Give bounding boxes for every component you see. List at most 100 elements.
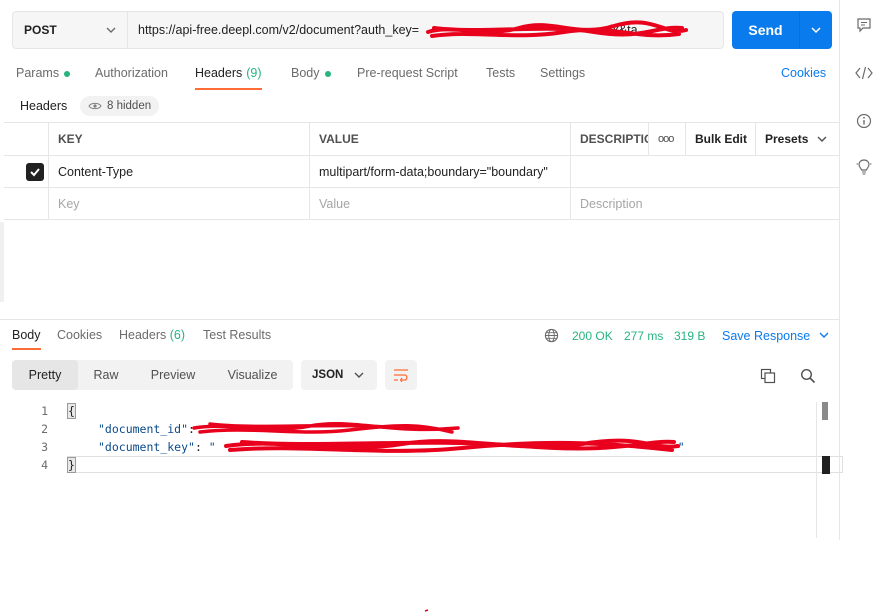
row-checkbox-cell — [4, 156, 48, 187]
code-line-3: "document_key": " " — [98, 440, 685, 454]
view-raw[interactable]: Raw — [78, 360, 134, 390]
presets-dropdown[interactable]: Presets — [755, 123, 839, 155]
key-column-header: KEY — [48, 123, 309, 155]
value-column-header: VALUE — [309, 123, 570, 155]
tab-settings[interactable]: Settings — [540, 60, 585, 90]
code-icon[interactable] — [855, 64, 873, 82]
tab-headers-label: Headers — [195, 66, 243, 80]
globe-icon[interactable] — [544, 328, 559, 343]
headers-section-title: Headers — [20, 99, 68, 113]
json-key-document-id: "document_id" — [98, 422, 189, 436]
view-preview[interactable]: Preview — [134, 360, 212, 390]
new-description-input[interactable]: Description — [570, 188, 839, 219]
right-sidebar — [841, 0, 880, 614]
tab-body[interactable]: Body — [291, 60, 331, 90]
new-key-input[interactable]: Key — [48, 188, 309, 219]
headers-count: (9) — [246, 66, 262, 80]
wrap-lines-button[interactable] — [385, 360, 417, 390]
eye-icon — [88, 102, 102, 110]
response-tab-headers[interactable]: Headers (6) — [119, 328, 185, 352]
code-line-4: } — [67, 457, 76, 473]
tab-headers[interactable]: Headers (9) — [195, 60, 262, 90]
view-visualize[interactable]: Visualize — [212, 360, 293, 390]
tab-tests[interactable]: Tests — [486, 60, 515, 90]
send-label: Send — [748, 22, 783, 38]
url-tail: fx&ta... — [609, 23, 648, 37]
method-select[interactable]: POST — [12, 11, 128, 49]
current-line-highlight — [67, 456, 843, 473]
tab-body-label: Body — [291, 66, 320, 80]
table-header-row: KEY VALUE DESCRIPTIC ooo Bulk Edit Prese… — [4, 122, 839, 156]
text-cursor-marker — [822, 456, 830, 474]
close-brace: } — [67, 457, 76, 473]
comments-icon[interactable] — [855, 16, 873, 34]
response-tab-test-results[interactable]: Test Results — [203, 328, 271, 352]
chevron-down-icon — [353, 369, 365, 384]
tab-authorization[interactable]: Authorization — [95, 60, 168, 90]
response-headers-count: (6) — [169, 328, 186, 342]
save-response-label: Save Response — [722, 329, 811, 343]
url-input[interactable]: https://api-free.deepl.com/v2/document?a… — [128, 11, 724, 49]
header-value-cell[interactable]: multipart/form-data;boundary="boundary" — [309, 156, 570, 187]
bulk-edit-button[interactable]: Bulk Edit — [685, 123, 755, 155]
code-line-2: "document_id": — [98, 422, 195, 436]
search-icon[interactable] — [800, 368, 816, 384]
copy-icon[interactable] — [760, 368, 776, 384]
row-enabled-checkbox[interactable] — [26, 162, 44, 181]
chevron-down-icon — [817, 136, 827, 142]
stray-red-mark — [424, 609, 429, 612]
response-view-segmented: Pretty Raw Preview Visualize — [12, 360, 293, 390]
tab-prerequest-label: Pre-request Script — [357, 66, 458, 80]
json-key-document-key: "document_key" — [98, 440, 195, 454]
send-dropdown-toggle[interactable] — [800, 11, 832, 49]
status-code[interactable]: 200 OK — [572, 329, 613, 343]
chevron-down-icon — [819, 332, 829, 338]
params-status-dot — [64, 71, 71, 77]
info-icon[interactable] — [855, 112, 873, 130]
main-pane: POST https://api-free.deepl.com/v2/docum… — [0, 0, 843, 540]
editor-gutter-line — [816, 402, 817, 538]
hidden-headers-toggle[interactable]: 8 hidden — [80, 96, 160, 116]
response-tab-body[interactable]: Body — [12, 328, 41, 352]
response-tab-cookies[interactable]: Cookies — [57, 328, 102, 352]
response-body-editor[interactable]: 1 2 3 4 { "document_id": "document_key":… — [12, 402, 843, 538]
tab-params[interactable]: Params — [16, 60, 71, 90]
json-value-open-quote: " — [208, 440, 216, 454]
body-status-dot — [324, 71, 331, 77]
response-size[interactable]: 319 B — [674, 329, 705, 343]
description-column-header: DESCRIPTIC — [570, 123, 648, 155]
tab-authorization-label: Authorization — [95, 66, 168, 80]
line-number: 1 — [41, 404, 48, 418]
header-key-cell[interactable]: Content-Type — [48, 156, 309, 187]
cookies-link[interactable]: Cookies — [781, 66, 826, 80]
method-label: POST — [24, 23, 57, 37]
response-time[interactable]: 277 ms — [624, 329, 663, 343]
checkbox-column-header — [4, 123, 48, 155]
tab-prerequest-script[interactable]: Pre-request Script — [357, 60, 458, 90]
tab-tests-label: Tests — [486, 66, 516, 80]
new-row-checkbox-cell — [4, 188, 48, 219]
lightbulb-icon[interactable] — [855, 158, 873, 176]
view-pretty[interactable]: Pretty — [12, 360, 78, 390]
format-select[interactable]: JSON — [301, 360, 377, 390]
new-value-input[interactable]: Value — [309, 188, 570, 219]
wrap-lines-icon — [394, 369, 408, 382]
hidden-count: 8 hidden — [107, 100, 152, 112]
response-tab-headers-label: Headers — [119, 328, 167, 342]
more-options-icon[interactable]: ooo — [648, 123, 685, 155]
save-response-button[interactable]: Save Response — [722, 329, 830, 343]
table-row-new: Key Value Description — [4, 188, 839, 220]
response-divider[interactable] — [0, 319, 840, 320]
line-number: 3 — [41, 440, 48, 454]
pane-resize-handle[interactable] — [0, 222, 4, 302]
json-value-close-quote: " — [677, 440, 685, 454]
scrollbar-thumb[interactable] — [822, 402, 828, 420]
presets-label: Presets — [765, 132, 809, 146]
header-description-cell[interactable] — [570, 156, 839, 187]
json-colon: : — [188, 422, 195, 436]
line-number: 2 — [41, 422, 48, 436]
code-line-1: { — [67, 403, 76, 419]
chevron-down-icon — [105, 24, 117, 39]
checkmark-icon — [30, 167, 40, 176]
send-button[interactable]: Send — [732, 11, 832, 49]
